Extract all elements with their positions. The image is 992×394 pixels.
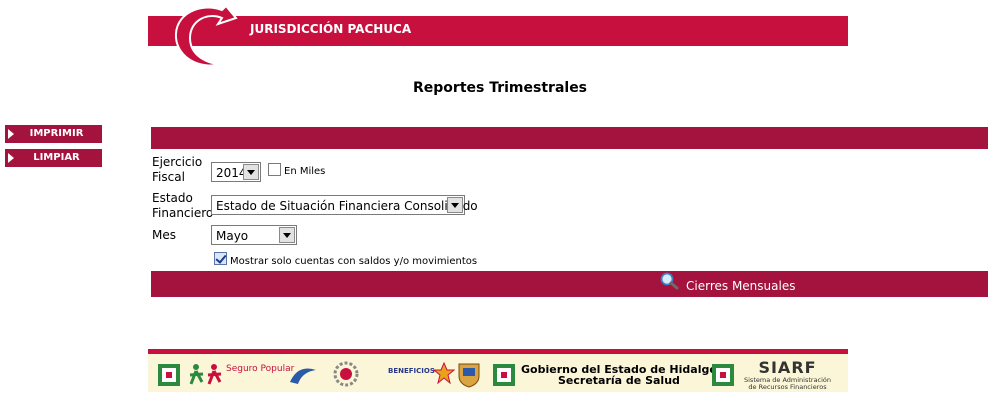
seguro-popular-logo: Seguro Popular [226, 364, 295, 374]
estado-financiero-label: Estado Financiero [152, 191, 213, 221]
coat-of-arms-icon [458, 363, 480, 388]
swirl-logo-icon [174, 4, 238, 67]
en-miles-checkbox[interactable] [268, 163, 281, 176]
page-title: Reportes Trimestrales [413, 80, 588, 96]
gobierno-line2: Secretaría de Salud [558, 374, 680, 387]
chevron-down-icon [447, 197, 463, 213]
chevron-down-icon [243, 164, 259, 180]
ejercicio-fiscal-select[interactable]: 2014 [211, 162, 261, 182]
limpiar-button[interactable]: LIMPIAR [5, 149, 102, 167]
imprimir-label: IMPRIMIR [29, 128, 84, 139]
people-figures-icon [189, 364, 222, 385]
ejercicio-label-line1: Ejercicio [152, 155, 203, 169]
mes-select[interactable]: Mayo [211, 225, 297, 245]
mes-label: Mes [152, 228, 176, 242]
form-header-band [151, 127, 988, 149]
beneficios-logo: BENEFICIOS [388, 367, 435, 375]
en-miles-label: En Miles [284, 166, 326, 177]
gear-seal-icon [333, 361, 359, 387]
imprimir-button[interactable]: IMPRIMIR [5, 125, 102, 143]
hidalgo-emblem-icon [712, 364, 734, 386]
cierres-mensuales-button[interactable]: Cierres Mensuales [151, 271, 988, 297]
siarf-sub-line2: de Recursos Financieros [748, 383, 827, 391]
wave-logo-icon [290, 368, 316, 384]
mostrar-solo-cuentas-checkbox[interactable] [214, 252, 227, 265]
mes-value: Mayo [216, 229, 249, 243]
ejercicio-fiscal-value: 2014 [216, 166, 247, 180]
ejercicio-label-line2: Fiscal [152, 170, 185, 184]
siarf-logo: SIARF Sistema de Administración de Recur… [744, 358, 831, 391]
star-logo-icon [433, 362, 455, 384]
estado-financiero-select[interactable]: Estado de Situación Financiera Consolida… [211, 195, 478, 215]
magnifier-icon [660, 272, 679, 290]
hidalgo-emblem-icon [158, 364, 180, 386]
hidalgo-emblem-icon [493, 364, 515, 386]
cierres-mensuales-label: Cierres Mensuales [686, 279, 796, 293]
chevron-down-icon [279, 227, 295, 243]
estado-label-line2: Financiero [152, 206, 214, 220]
gobierno-hidalgo-text: Gobierno del Estado de Hidalgo Secretarí… [521, 364, 717, 386]
mostrar-solo-cuentas-label: Mostrar solo cuentas con saldos y/o movi… [230, 256, 478, 267]
jurisdiction-title: JURISDICCIÓN PACHUCA [250, 22, 412, 36]
estado-label-line1: Estado [152, 191, 193, 205]
limpiar-label: LIMPIAR [33, 152, 80, 163]
footer-logos: Seguro Popular BENEFICIOS Gobierno del E… [148, 354, 848, 392]
ejercicio-fiscal-label: Ejercicio Fiscal [152, 155, 202, 185]
siarf-title: SIARF [758, 358, 817, 377]
estado-financiero-value: Estado de Situación Financiera Consolida… [216, 199, 478, 213]
